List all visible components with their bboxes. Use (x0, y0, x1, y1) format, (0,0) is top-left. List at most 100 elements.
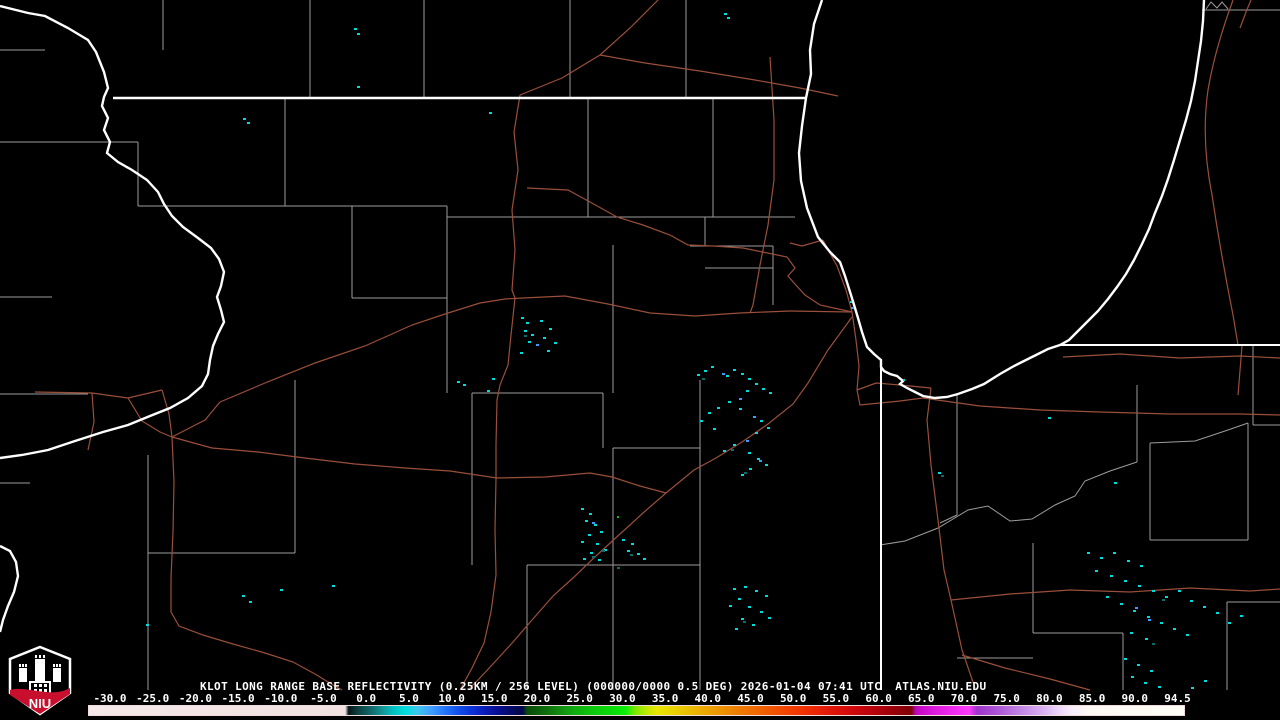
radar-echo (540, 320, 543, 322)
tick-label: 10.0 (438, 692, 465, 705)
radar-echo (589, 513, 592, 515)
radar-echo (1190, 600, 1193, 602)
tick-label: 65.0 (908, 692, 935, 705)
radar-echo (722, 373, 725, 375)
radar-screen: NIU KLOT LONG RANGE BASE REFLECTIVITY (0… (0, 0, 1280, 720)
radar-echo (1127, 560, 1130, 562)
radar-echo (765, 464, 768, 466)
tick-label: 0.0 (356, 692, 377, 705)
radar-echo (1191, 687, 1194, 689)
tick-label: -5.0 (310, 692, 337, 705)
tick-label: 15.0 (481, 692, 508, 705)
radar-echo (702, 378, 705, 380)
colorbar (88, 705, 1185, 716)
radar-echo (581, 541, 584, 543)
radar-echo (581, 508, 584, 510)
radar-echo (759, 460, 762, 462)
radar-echo (717, 407, 720, 409)
radar-echo (1130, 632, 1133, 634)
radar-echo (1114, 482, 1117, 484)
radar-echo (1165, 596, 1168, 598)
radar-echo (1131, 676, 1134, 678)
radar-echo (744, 586, 747, 588)
radar-echo (700, 420, 703, 422)
niu-logo: NIU (8, 645, 72, 716)
radar-echo (547, 350, 550, 352)
radar-echo (748, 606, 751, 608)
radar-echo (242, 595, 245, 597)
radar-echo (708, 412, 711, 414)
radar-echo (622, 539, 625, 541)
radar-echo (1048, 417, 1051, 419)
radar-echo (723, 450, 726, 452)
tick-label: -30.0 (93, 692, 127, 705)
radar-echo (744, 472, 747, 474)
radar-echo (1150, 670, 1153, 672)
radar-echo (727, 17, 730, 19)
radar-echo (760, 611, 763, 613)
tick-label: 80.0 (1036, 692, 1063, 705)
radar-echo (249, 601, 252, 603)
radar-echo (755, 590, 758, 592)
radar-echo (704, 370, 707, 372)
tick-label: 5.0 (398, 692, 419, 705)
map-background (0, 0, 1280, 720)
radar-echo (769, 392, 772, 394)
tick-label: 30.0 (609, 692, 636, 705)
radar-echo (748, 378, 751, 380)
radar-echo (768, 617, 771, 619)
tick-label: 20.0 (523, 692, 551, 705)
radar-echo (531, 334, 534, 336)
radar-echo (762, 388, 765, 390)
radar-echo (749, 468, 752, 470)
radar-echo (753, 416, 756, 418)
radar-echo (463, 384, 466, 386)
radar-echo (697, 374, 700, 376)
radar-echo (1204, 680, 1207, 682)
radar-echo (752, 624, 755, 626)
tick-label: 35.0 (651, 692, 679, 705)
radar-echo (524, 330, 527, 332)
radar-echo (741, 618, 744, 620)
radar-echo (1148, 619, 1151, 621)
radar-echo (738, 598, 741, 600)
radar-echo (735, 628, 738, 630)
radar-echo (760, 420, 763, 422)
radar-echo (739, 398, 742, 400)
radar-echo (592, 556, 595, 558)
radar-echo (1160, 622, 1163, 624)
radar-echo (602, 550, 605, 552)
tick-label: 55.0 (822, 692, 850, 705)
radar-echo (457, 381, 460, 383)
tick-label: -10.0 (264, 692, 298, 705)
radar-echo (487, 390, 490, 392)
radar-echo (590, 552, 593, 554)
radar-echo (724, 13, 727, 15)
radar-echo (743, 621, 746, 623)
tick-label: 75.0 (993, 692, 1020, 705)
radar-echo (711, 366, 714, 368)
radar-echo (713, 428, 716, 430)
radar-echo (549, 328, 552, 330)
radar-echo (733, 369, 736, 371)
tick-label: 45.0 (737, 692, 764, 705)
radar-echo (243, 118, 246, 120)
radar-echo (1145, 638, 1148, 640)
radar-echo (1137, 664, 1140, 666)
radar-echo (280, 589, 283, 591)
radar-echo (733, 444, 736, 446)
radar-echo (746, 440, 749, 442)
radar-echo (941, 475, 944, 477)
radar-echo (520, 352, 523, 354)
radar-echo (1135, 607, 1138, 609)
radar-echo (741, 373, 744, 375)
radar-echo (1178, 590, 1181, 592)
radar-echo (851, 307, 854, 309)
radar-echo (755, 432, 758, 434)
radar-echo (1110, 575, 1113, 577)
tick-label: 25.0 (566, 692, 593, 705)
radar-echo (938, 472, 941, 474)
radar-echo (583, 558, 586, 560)
radar-echo (554, 342, 557, 344)
radar-echo (1158, 686, 1161, 688)
